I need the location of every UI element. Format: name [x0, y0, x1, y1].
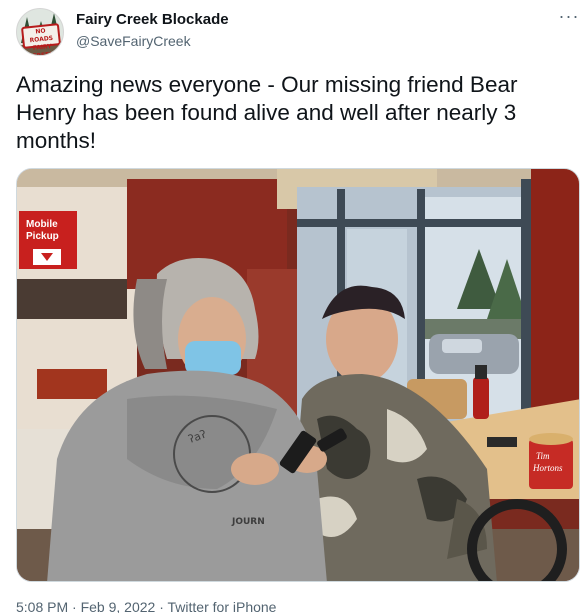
- timestamp-separator-2: ·: [159, 599, 164, 613]
- tweet-text: Amazing news everyone - Our missing frie…: [16, 72, 518, 153]
- more-options-button[interactable]: ···: [556, 6, 582, 32]
- mobile-pickup-sign: Mobile: [26, 219, 58, 230]
- author-handle[interactable]: @SaveFairyCreek: [76, 33, 191, 49]
- timestamp-date[interactable]: Feb 9, 2022: [81, 599, 156, 613]
- more-horizontal-icon: ···: [558, 6, 580, 26]
- svg-text:Pickup: Pickup: [26, 231, 59, 242]
- tweet-photo[interactable]: Mobile Pickup Tim Hortons ʔaʔ JOURN: [16, 168, 580, 582]
- cup-logo: Tim: [536, 451, 550, 461]
- timestamp-separator-1: ·: [72, 599, 77, 613]
- hoodie-text: JOURN: [231, 517, 265, 527]
- tweet-timestamp: 5:08 PM · Feb 9, 2022 · Twitter for iPho…: [16, 599, 276, 613]
- avatar[interactable]: NO ROADS FAIRY CREEK: [16, 8, 64, 56]
- svg-text:Hortons: Hortons: [532, 463, 563, 473]
- tweet: NO ROADS FAIRY CREEK Fairy Creek Blockad…: [0, 0, 586, 613]
- photo-scene: Mobile Pickup Tim Hortons ʔaʔ JOURN: [17, 169, 579, 581]
- author-display-name[interactable]: Fairy Creek Blockade: [76, 11, 229, 28]
- timestamp-time[interactable]: 5:08 PM: [16, 599, 68, 613]
- avatar-sign: NO ROADS FAIRY CREEK: [20, 23, 62, 55]
- tweet-source[interactable]: Twitter for iPhone: [168, 599, 277, 613]
